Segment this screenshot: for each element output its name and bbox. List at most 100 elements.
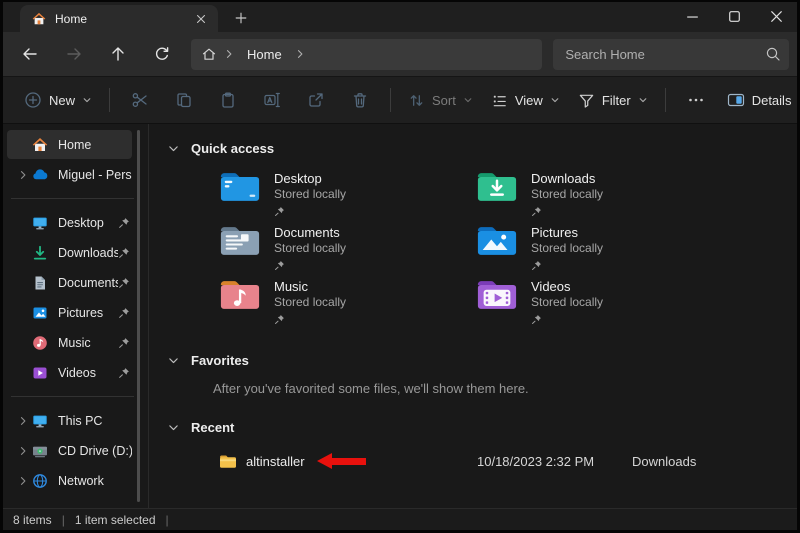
expand-chevron-icon[interactable] <box>13 445 32 457</box>
filter-button[interactable]: Filter <box>569 86 657 115</box>
pin-icon <box>531 206 603 217</box>
quick-access-tile-downloads[interactable]: DownloadsStored locally <box>476 169 733 223</box>
sidebar-item-music[interactable]: Music <box>7 328 132 357</box>
view-button[interactable]: View <box>482 86 569 115</box>
share-button[interactable] <box>296 83 336 117</box>
folder-downloads-icon <box>476 169 518 204</box>
sidebar-item-pictures[interactable]: Pictures <box>7 298 132 327</box>
recent-file-row-altinstaller[interactable]: altinstaller10/18/2023 2:32 PMDownloads <box>167 450 797 472</box>
toolbar-separator <box>390 88 391 112</box>
quick-access-tile-videos[interactable]: VideosStored locally <box>476 277 733 331</box>
chevron-down-icon <box>638 95 648 105</box>
monitor-blue-icon <box>32 215 48 231</box>
recent-header[interactable]: Recent <box>167 417 797 437</box>
sidebar-item-label: Home <box>58 138 132 152</box>
expand-chevron-icon[interactable] <box>13 415 32 427</box>
more-options-button[interactable] <box>676 83 716 117</box>
back-button[interactable] <box>13 38 46 70</box>
tile-name: Videos <box>531 279 603 294</box>
rename-icon <box>263 91 281 109</box>
navigation-pane: Home Miguel - Person DesktopDownloadsDocum… <box>3 124 149 508</box>
copy-icon <box>175 91 193 109</box>
close-button[interactable] <box>755 2 797 30</box>
quick-access-tile-pictures[interactable]: PicturesStored locally <box>476 223 733 277</box>
refresh-button[interactable] <box>145 38 178 70</box>
annotation-arrow <box>317 453 367 469</box>
chevron-down-icon[interactable] <box>167 354 180 367</box>
tile-text: DesktopStored locally <box>274 169 346 217</box>
cut-button[interactable] <box>120 83 160 117</box>
favorites-empty-text: After you've favorited some files, we'll… <box>213 381 797 396</box>
tab-home[interactable]: Home <box>20 5 218 32</box>
breadcrumb-item[interactable]: Home <box>241 47 288 62</box>
home-color-icon <box>32 137 48 153</box>
details-button[interactable]: Details <box>718 85 800 115</box>
sidebar-item-label: Network <box>58 474 132 488</box>
sidebar-item-miguel-person[interactable]: Miguel - Person <box>7 160 132 189</box>
main-content: Quick access DesktopStored locally Downl… <box>149 124 797 508</box>
sidebar-item-desktop[interactable]: Desktop <box>7 208 132 237</box>
search-icon[interactable] <box>765 46 781 62</box>
favorites-header[interactable]: Favorites <box>167 350 797 370</box>
forward-button[interactable] <box>57 38 90 70</box>
pin-icon <box>118 367 130 379</box>
sidebar-item-documents[interactable]: Documents <box>7 268 132 297</box>
details-button-label: Details <box>752 93 792 108</box>
quick-access-tile-music[interactable]: MusicStored locally <box>219 277 476 331</box>
search-input[interactable] <box>565 47 765 62</box>
ellipsis-icon <box>687 91 705 109</box>
sidebar-item-videos[interactable]: Videos <box>7 358 132 387</box>
chevron-down-icon[interactable] <box>167 142 180 155</box>
chevron-down-icon[interactable] <box>167 421 180 434</box>
expand-chevron-icon[interactable] <box>13 169 32 181</box>
pin-icon <box>531 260 603 271</box>
minimize-button[interactable] <box>671 2 713 30</box>
status-separator: | <box>166 513 169 527</box>
chevron-down-icon <box>82 95 92 105</box>
recent-file-location: Downloads <box>632 454 696 469</box>
rename-button[interactable] <box>252 83 292 117</box>
tile-subtitle: Stored locally <box>274 187 346 202</box>
navigation-bar: Home <box>3 32 797 76</box>
expand-chevron-icon[interactable] <box>13 475 32 487</box>
address-bar[interactable]: Home <box>191 39 542 70</box>
sidebar-item-home[interactable]: Home <box>7 130 132 159</box>
tile-name: Music <box>274 279 346 294</box>
new-button[interactable]: New <box>15 85 101 115</box>
tile-subtitle: Stored locally <box>274 241 346 256</box>
plus-circle-icon <box>24 91 42 109</box>
tab-close-icon[interactable] <box>192 10 210 28</box>
search-box[interactable] <box>553 39 789 70</box>
chevron-down-icon <box>550 95 560 105</box>
sidebar-item-this-pc[interactable]: This PC <box>7 406 132 435</box>
sidebar-divider <box>11 396 134 397</box>
pin-icon <box>274 314 346 325</box>
toolbar-separator <box>665 88 666 112</box>
sort-button[interactable]: Sort <box>399 86 482 115</box>
delete-button[interactable] <box>340 83 380 117</box>
section-title: Favorites <box>191 353 249 368</box>
up-button[interactable] <box>101 38 134 70</box>
maximize-button[interactable] <box>713 2 755 30</box>
new-tab-button[interactable] <box>228 6 254 30</box>
onedrive-icon <box>32 167 48 183</box>
breadcrumb-chevron-icon <box>223 48 235 60</box>
sidebar-item-downloads[interactable]: Downloads <box>7 238 132 267</box>
tile-text: MusicStored locally <box>274 277 346 325</box>
pin-icon <box>274 206 346 217</box>
copy-button[interactable] <box>164 83 204 117</box>
sidebar-item-cd-drive-d-cc[interactable]: CD Drive (D:) CC <box>7 436 132 465</box>
recent-file-name: altinstaller <box>246 454 305 469</box>
downloads-green-icon <box>32 245 48 261</box>
breadcrumb-chevron-icon[interactable] <box>294 48 306 60</box>
paste-button[interactable] <box>208 83 248 117</box>
quick-access-tile-documents[interactable]: DocumentsStored locally <box>219 223 476 277</box>
sidebar-scrollbar[interactable] <box>137 130 140 502</box>
breadcrumb-home-icon[interactable] <box>201 46 217 62</box>
quick-access-header[interactable]: Quick access <box>167 138 797 158</box>
items-count: 8 items <box>13 513 52 527</box>
video-purple-icon <box>32 365 48 381</box>
sidebar-item-label: Pictures <box>58 306 118 320</box>
quick-access-tile-desktop[interactable]: DesktopStored locally <box>219 169 476 223</box>
sidebar-item-network[interactable]: Network <box>7 466 132 495</box>
